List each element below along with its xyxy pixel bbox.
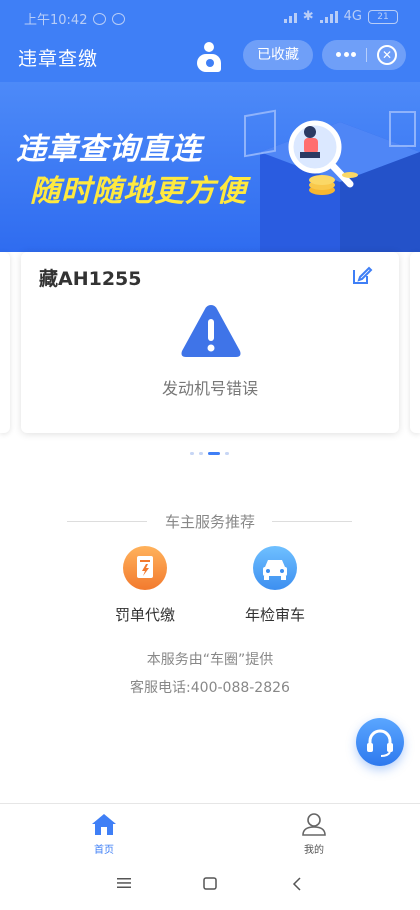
favorite-button[interactable]: 已收藏 (243, 40, 313, 70)
tab-label: 首页 (94, 845, 114, 856)
ticket-icon (123, 546, 167, 590)
menu-icon[interactable] (117, 877, 131, 889)
wifi-signal-icon (283, 11, 297, 23)
status-bar: 上午10:42 ✱ 4G 21 (0, 0, 420, 34)
carousel-indicator (190, 452, 229, 455)
tab-home[interactable]: 首页 (64, 812, 144, 856)
network-type: 4G (343, 9, 362, 24)
app-logo-icon (197, 42, 221, 72)
card-peek-left[interactable] (0, 252, 10, 433)
mini-program-capsule: ✕ (322, 40, 406, 70)
promo-banner[interactable]: 违章查询直连 随时随地更方便 (0, 82, 420, 252)
tab-bar: 首页 我的 (0, 803, 420, 860)
user-icon (302, 813, 326, 836)
banner-headline: 违章查询直连 (16, 132, 202, 167)
more-icon[interactable] (336, 52, 356, 58)
customer-service-button[interactable] (356, 718, 404, 766)
service-label: 罚单代缴 (114, 606, 175, 624)
provider-text: 本服务由“车圈”提供 (146, 652, 274, 668)
cellular-signal-icon (319, 10, 338, 23)
page-dot-active (208, 452, 220, 455)
license-plate: 藏AH1255 (39, 268, 142, 290)
title-bar: 违章查缴 已收藏 ✕ (0, 34, 420, 82)
vehicle-card[interactable]: 藏AH1255 发动机号错误 (21, 252, 399, 433)
status-time: 上午10:42 (24, 13, 88, 28)
service-annual-inspection[interactable]: 年检审车 (225, 546, 325, 625)
tab-label: 我的 (304, 845, 324, 856)
tab-profile[interactable]: 我的 (274, 812, 354, 856)
notification-bell-icon (93, 12, 107, 25)
back-icon[interactable] (292, 877, 302, 891)
page-dot (225, 452, 229, 455)
close-icon[interactable]: ✕ (377, 45, 397, 65)
capsule-divider (366, 48, 367, 62)
warning-icon (181, 305, 241, 357)
hotline-text[interactable]: 客服电话:400-088-2826 (0, 677, 420, 697)
banner-subline: 随时随地更方便 (30, 174, 247, 209)
page-dot (190, 452, 194, 455)
banner-illustration (244, 109, 420, 252)
headset-icon (367, 729, 393, 757)
card-peek-right[interactable] (410, 252, 420, 433)
service-label: 年检审车 (244, 606, 305, 624)
alarm-clock-icon (112, 12, 126, 25)
section-title: 车主服务推荐 (164, 513, 255, 531)
system-navigation-bar (0, 859, 420, 910)
car-icon (253, 546, 297, 590)
edit-icon[interactable] (351, 264, 373, 286)
page-dot (199, 452, 203, 455)
service-fine-payment[interactable]: 罚单代缴 (95, 546, 195, 625)
error-message: 发动机号错误 (161, 379, 258, 398)
battery-icon: 21 (368, 9, 398, 24)
page-title: 违章查缴 (18, 48, 99, 70)
bluetooth-icon: ✱ (302, 9, 314, 24)
home-icon (92, 814, 116, 835)
home-square-icon[interactable] (203, 877, 217, 890)
